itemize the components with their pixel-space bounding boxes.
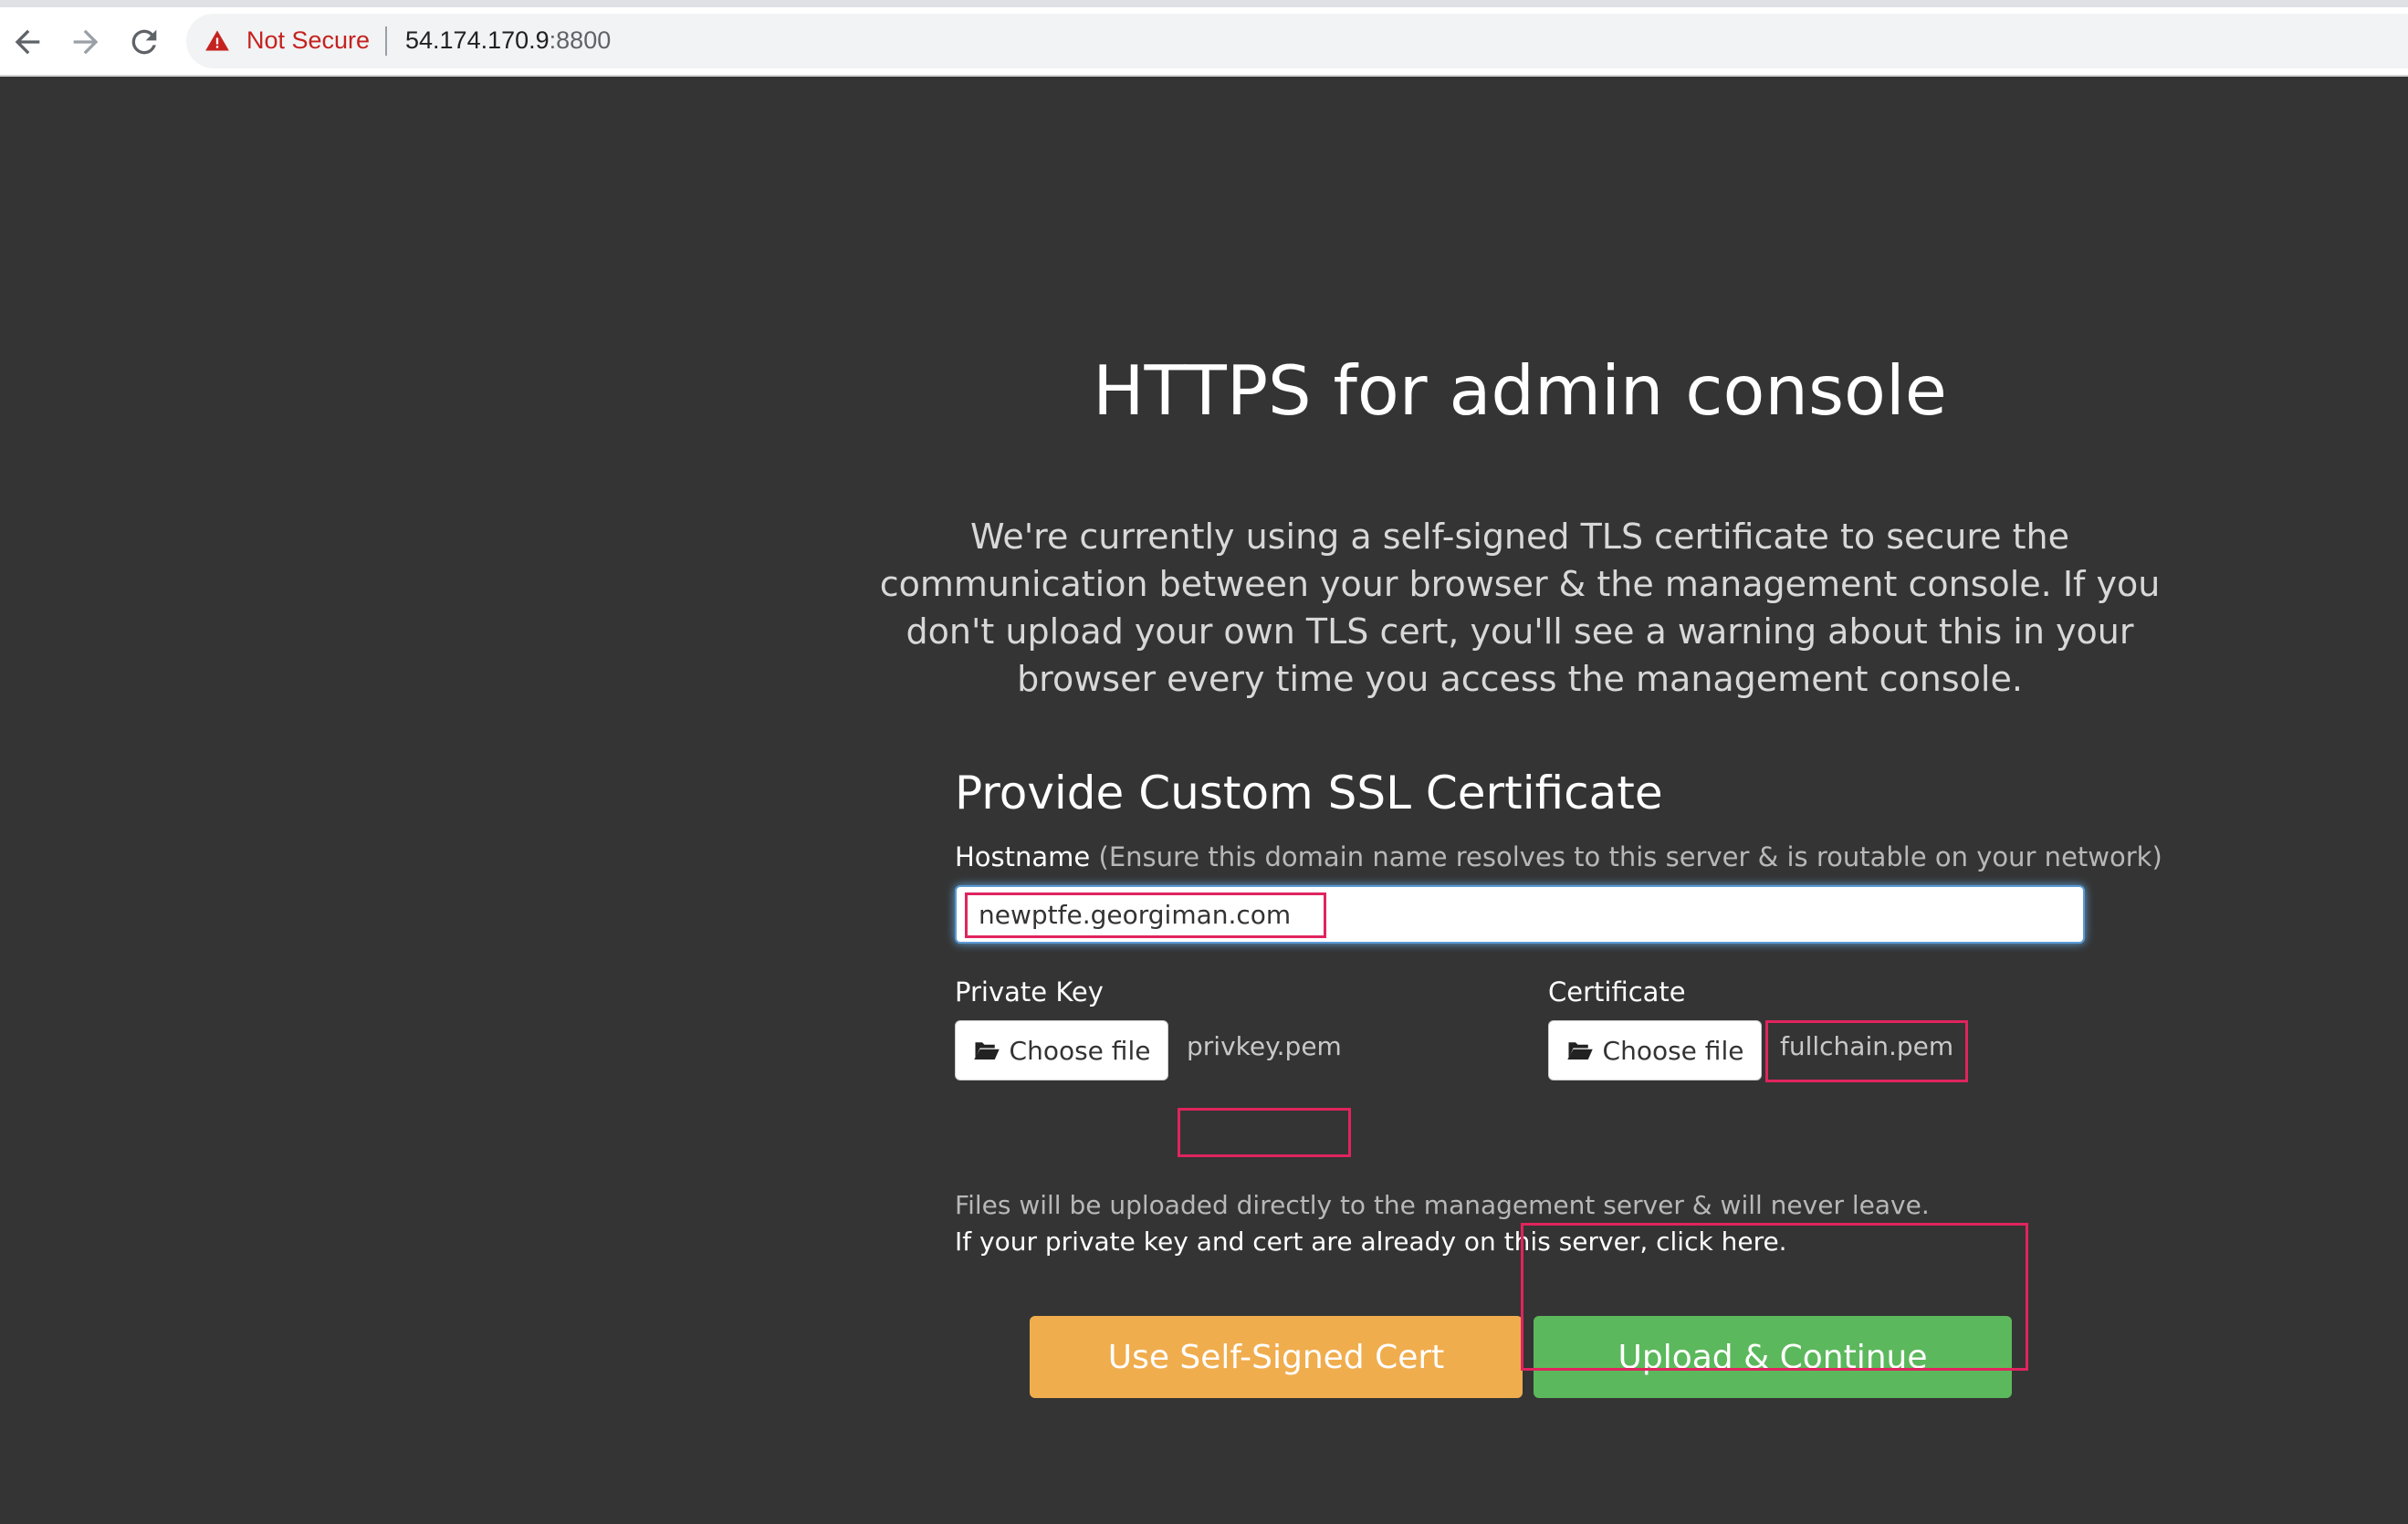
page-content: HTTPS for admin console We're currently … bbox=[0, 77, 2408, 1524]
url-port: :8800 bbox=[549, 26, 612, 54]
url-text[interactable]: 54.174.170.9:8800 bbox=[405, 26, 611, 55]
server-files-link[interactable]: If your private key and cert are already… bbox=[955, 1227, 1787, 1257]
certificate-file-name: fullchain.pem bbox=[1780, 1031, 1954, 1061]
private-key-choose-file-label: Choose file bbox=[1009, 1035, 1151, 1066]
private-key-choose-file-button[interactable]: Choose file bbox=[955, 1020, 1168, 1080]
warning-icon bbox=[205, 30, 229, 51]
url-host: 54.174.170.9 bbox=[405, 26, 550, 54]
private-key-label: Private Key bbox=[955, 976, 1104, 1007]
not-secure-label[interactable]: Not Secure bbox=[246, 26, 370, 55]
forward-arrow-icon[interactable] bbox=[68, 24, 104, 60]
hostname-input[interactable] bbox=[955, 885, 2085, 944]
use-self-signed-cert-button[interactable]: Use Self-Signed Cert bbox=[1030, 1316, 1523, 1398]
hostname-label-text: Hostname bbox=[955, 841, 1091, 872]
folder-open-icon bbox=[1566, 1042, 1593, 1059]
hostname-hint: (Ensure this domain name resolves to thi… bbox=[1098, 841, 2162, 872]
page-title: HTTPS for admin console bbox=[1093, 350, 1947, 431]
folder-open-icon bbox=[973, 1042, 1000, 1059]
certificate-choose-file-label: Choose file bbox=[1602, 1035, 1744, 1066]
certificate-choose-file-button[interactable]: Choose file bbox=[1548, 1020, 1762, 1080]
hostname-label: Hostname (Ensure this domain name resolv… bbox=[955, 841, 2162, 872]
back-arrow-icon[interactable] bbox=[9, 24, 46, 60]
browser-top-strip bbox=[0, 0, 2408, 7]
address-separator bbox=[385, 26, 387, 56]
reload-icon[interactable] bbox=[126, 24, 162, 60]
private-key-file-name: privkey.pem bbox=[1187, 1031, 1342, 1061]
private-key-highlight-box bbox=[1178, 1108, 1351, 1157]
browser-toolbar: Not Secure 54.174.170.9:8800 bbox=[0, 7, 2408, 77]
intro-text: We're currently using a self-signed TLS … bbox=[879, 517, 2161, 699]
address-bar[interactable]: Not Secure 54.174.170.9:8800 bbox=[186, 14, 2408, 68]
upload-continue-button[interactable]: Upload & Continue bbox=[1534, 1316, 2012, 1398]
section-title: Provide Custom SSL Certificate bbox=[955, 767, 1663, 819]
certificate-label: Certificate bbox=[1548, 976, 1686, 1007]
upload-help-text: Files will be uploaded directly to the m… bbox=[955, 1190, 1930, 1220]
